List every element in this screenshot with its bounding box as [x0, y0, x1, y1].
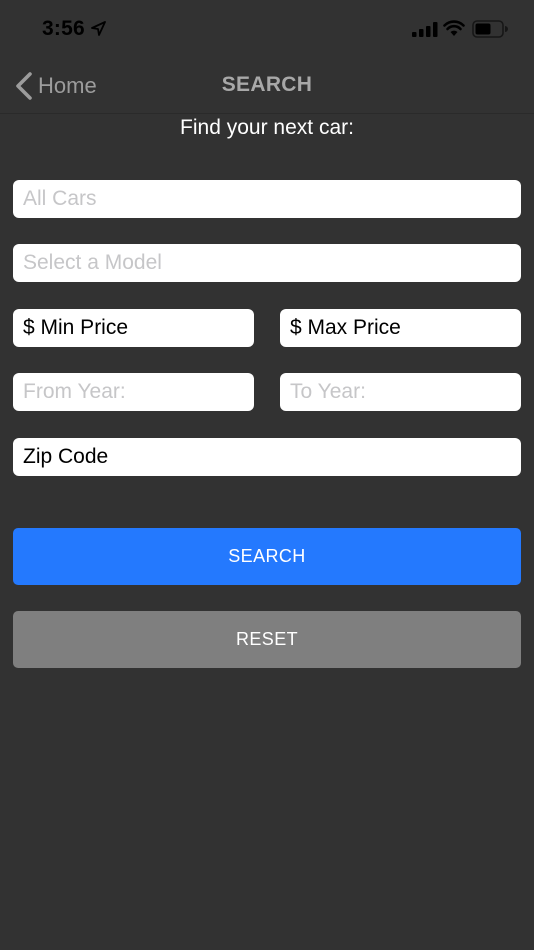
wifi-icon [443, 20, 465, 36]
max-price-input[interactable] [280, 309, 521, 347]
zip-code-input[interactable] [13, 438, 521, 476]
search-button[interactable]: SEARCH [13, 528, 521, 585]
page-title: SEARCH [221, 73, 313, 96]
reset-button[interactable]: RESET [13, 611, 521, 668]
navigation-bar: Home SEARCH [0, 58, 534, 114]
to-year-input[interactable] [280, 373, 521, 411]
search-heading: Find your next car: [180, 116, 354, 139]
from-year-input[interactable] [13, 373, 254, 411]
search-screen: 3:56 Home SEARCH Find your next car: All… [0, 0, 534, 950]
status-time: 3:56 [42, 17, 85, 40]
location-arrow-icon [91, 21, 106, 36]
cellular-signal-icon [412, 22, 438, 37]
status-bar: 3:56 [0, 0, 534, 58]
min-price-input[interactable] [13, 309, 254, 347]
model-input[interactable] [13, 244, 521, 282]
make-input[interactable] [13, 180, 521, 218]
battery-icon [472, 20, 508, 38]
